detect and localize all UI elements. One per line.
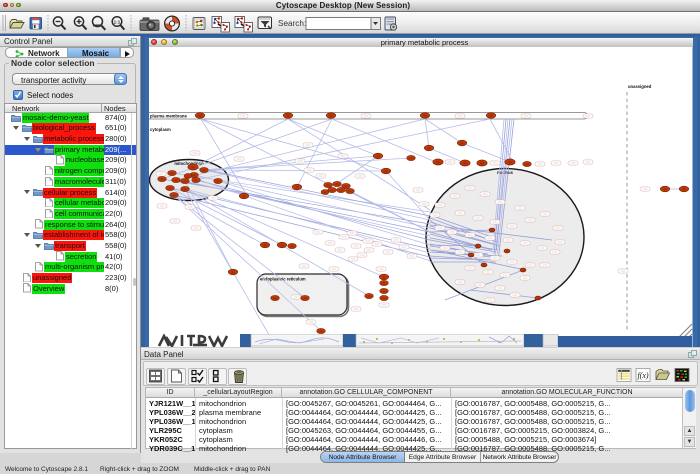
svg-text:unassigned: unassigned	[628, 84, 652, 89]
svg-text:f(x): f(x)	[637, 371, 648, 380]
svg-text:plasma membrane: plasma membrane	[150, 114, 187, 119]
svg-text:1:1: 1:1	[114, 19, 121, 24]
svg-text:cytoplasm: cytoplasm	[150, 127, 171, 132]
svg-text:Search:: Search:	[278, 19, 306, 28]
